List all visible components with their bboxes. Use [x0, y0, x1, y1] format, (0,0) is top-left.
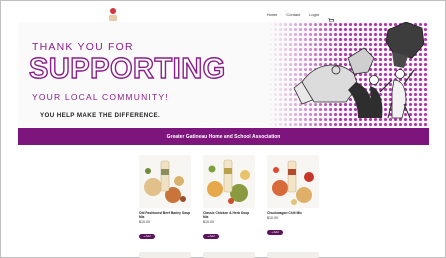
- association-name: Greater Gatineau Home and School Associa…: [166, 133, 281, 140]
- product-price: $10.00: [203, 220, 214, 224]
- product-image-row-2[interactable]: [203, 252, 255, 258]
- nav-login-link[interactable]: Login: [309, 12, 319, 17]
- hero-line-3: YOUR LOCAL COMMUNITY!: [32, 92, 169, 102]
- product-card-2[interactable]: Classic Chicken & Herb Soup Mix $10.00 +…: [203, 155, 255, 242]
- product-name[interactable]: Old Fashioned Beef Barley Soup Mix: [139, 211, 191, 219]
- association-banner: Greater Gatineau Home and School Associa…: [18, 128, 429, 145]
- product-price: $10.00: [267, 216, 278, 220]
- product-image-row-2[interactable]: [139, 252, 191, 258]
- hero-banner: THANK YOU FOR SUPPORTING YOUR LOCAL COMM…: [18, 22, 429, 127]
- add-to-cart-button[interactable]: + Add: [139, 233, 155, 239]
- site-logo[interactable]: [108, 8, 118, 22]
- hero-tagline: YOU HELP MAKE THE DIFFERENCE.: [40, 112, 161, 119]
- hero-line-1: THANK YOU FOR: [32, 41, 134, 53]
- hero-headline: SUPPORTING: [28, 52, 226, 85]
- product-image[interactable]: [139, 155, 191, 208]
- nav-home-link[interactable]: Home: [267, 12, 278, 17]
- add-to-cart-button[interactable]: + Add: [267, 229, 283, 235]
- top-nav: Home Contact Login: [267, 11, 335, 24]
- nav-contact-link[interactable]: Contact: [286, 12, 300, 17]
- puzzle-people-illustration: [293, 22, 425, 119]
- product-price: $10.00: [139, 220, 150, 224]
- product-card-3[interactable]: Chuckwagon Chili Mix $10.00 + Add: [267, 155, 319, 238]
- product-name[interactable]: Chuckwagon Chili Mix: [267, 211, 319, 215]
- add-to-cart-button[interactable]: + Add: [203, 233, 219, 239]
- product-name[interactable]: Classic Chicken & Herb Soup Mix: [203, 211, 255, 219]
- product-image[interactable]: [203, 155, 255, 208]
- product-image-row-2[interactable]: [267, 252, 319, 258]
- cart-icon[interactable]: [328, 11, 335, 24]
- product-card-1[interactable]: Old Fashioned Beef Barley Soup Mix $10.0…: [139, 155, 191, 242]
- product-image[interactable]: [267, 155, 319, 208]
